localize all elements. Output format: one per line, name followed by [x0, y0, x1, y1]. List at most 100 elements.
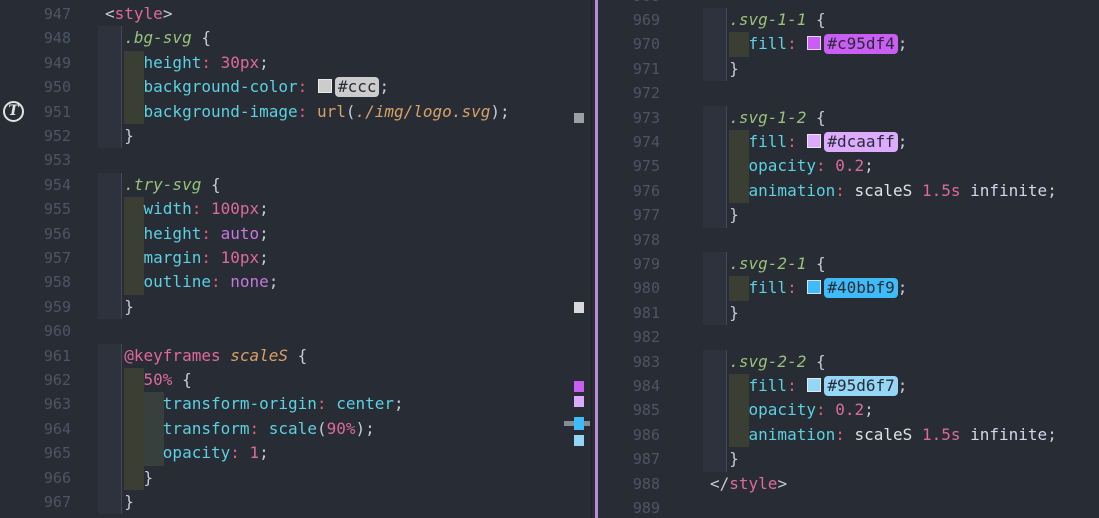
circled-t-gutter-icon[interactable]: T [3, 101, 24, 122]
code-line[interactable]: 948 .bg-svg { [0, 26, 591, 50]
line-number[interactable]: 957 [0, 246, 71, 270]
code-line[interactable]: 954 .try-svg { [0, 173, 591, 197]
code-line[interactable]: 952 } [0, 124, 591, 148]
line-number[interactable]: 978 [598, 228, 660, 252]
code-line[interactable]: 962 50% { [0, 368, 591, 392]
line-number[interactable]: 953 [0, 148, 71, 172]
code-line[interactable]: 958 outline: none; [0, 270, 591, 294]
code-line[interactable]: 969 .svg-1-1 { [598, 8, 1099, 32]
code-line[interactable]: 966 } [0, 466, 591, 490]
code-line[interactable]: 968 [598, 0, 1099, 8]
code-line[interactable]: 959 } [0, 295, 591, 319]
code-line[interactable]: 975 opacity: 0.2; [598, 154, 1099, 178]
code-line[interactable]: 956 height: auto; [0, 222, 591, 246]
line-number[interactable]: 949 [0, 51, 71, 75]
line-number[interactable]: 973 [598, 106, 660, 130]
line-number[interactable]: 979 [598, 252, 660, 276]
color-value-chip[interactable]: #c95df4 [824, 34, 897, 54]
color-swatch[interactable] [318, 79, 332, 93]
code-line[interactable]: 985 opacity: 0.2; [598, 398, 1099, 422]
color-value-chip[interactable]: #40bbf9 [824, 278, 897, 298]
line-number[interactable]: 970 [598, 32, 660, 56]
code-line[interactable]: 951 background-image: url(./img/logo.svg… [0, 100, 591, 124]
line-number[interactable]: 986 [598, 423, 660, 447]
code-line[interactable]: 989 [598, 496, 1099, 518]
code-line[interactable]: 961 @keyframes scaleS { [0, 344, 591, 368]
overview-ruler[interactable] [573, 0, 591, 518]
line-number[interactable]: 972 [598, 81, 660, 105]
code-line[interactable]: 973 .svg-1-2 { [598, 106, 1099, 130]
code-line[interactable]: 980 fill: #40bbf9; [598, 276, 1099, 300]
code-line[interactable]: 950 background-color: #ccc; [0, 75, 591, 99]
code-line[interactable]: 976 animation: scaleS 1.5s infinite; [598, 179, 1099, 203]
line-number[interactable]: 960 [0, 319, 71, 343]
token-kwi: infinite [970, 425, 1047, 444]
code-line[interactable]: 988</style> [598, 472, 1099, 496]
line-number[interactable]: 988 [598, 472, 660, 496]
code-line[interactable]: 972 [598, 81, 1099, 105]
editor-pane-left[interactable]: 947<style>948 .bg-svg {949 height: 30px;… [0, 0, 591, 518]
code-line[interactable]: 982 [598, 325, 1099, 349]
color-swatch[interactable] [807, 36, 821, 50]
editor-pane-right[interactable]: 968969 .svg-1-1 {970 fill: #c95df4;971 }… [598, 0, 1099, 518]
line-number[interactable]: 981 [598, 301, 660, 325]
code-line[interactable]: 964 transform: scale(90%); [0, 417, 591, 441]
line-number[interactable]: 961 [0, 344, 71, 368]
line-number[interactable]: 974 [598, 130, 660, 154]
code-line[interactable]: 984 fill: #95d6f7; [598, 374, 1099, 398]
line-number[interactable]: 959 [0, 295, 71, 319]
line-number[interactable]: 982 [598, 325, 660, 349]
color-swatch[interactable] [807, 134, 821, 148]
line-number[interactable]: 950 [0, 75, 71, 99]
line-number[interactable]: 967 [0, 490, 71, 514]
line-number[interactable]: 987 [598, 447, 660, 471]
line-number[interactable]: 948 [0, 26, 71, 50]
code-line[interactable]: 981 } [598, 301, 1099, 325]
line-number[interactable]: 964 [0, 417, 71, 441]
line-number[interactable]: 989 [598, 496, 660, 518]
line-number[interactable]: 980 [598, 276, 660, 300]
code-line[interactable]: 979 .svg-2-1 { [598, 252, 1099, 276]
line-number[interactable]: 985 [598, 398, 660, 422]
color-swatch[interactable] [807, 378, 821, 392]
line-number[interactable]: 962 [0, 368, 71, 392]
code-line[interactable]: 947<style> [0, 2, 591, 26]
code-line[interactable]: 960 [0, 319, 591, 343]
code-line[interactable]: 955 width: 100px; [0, 197, 591, 221]
color-value-chip[interactable]: #ccc [335, 77, 380, 97]
code-line[interactable]: 965 opacity: 1; [0, 441, 591, 465]
color-swatch[interactable] [807, 280, 821, 294]
code-line[interactable]: 963 transform-origin: center; [0, 392, 591, 416]
code-line[interactable]: 970 fill: #c95df4; [598, 32, 1099, 56]
code-line[interactable]: 967 } [0, 490, 591, 514]
code-line[interactable]: 977 } [598, 203, 1099, 227]
line-number[interactable]: 966 [0, 466, 71, 490]
line-number[interactable]: 952 [0, 124, 71, 148]
code-line[interactable]: 986 animation: scaleS 1.5s infinite; [598, 423, 1099, 447]
line-number[interactable]: 955 [0, 197, 71, 221]
line-number[interactable]: 976 [598, 179, 660, 203]
code-line[interactable]: 949 height: 30px; [0, 51, 591, 75]
line-number[interactable]: 971 [598, 57, 660, 81]
line-number[interactable]: 963 [0, 392, 71, 416]
line-number[interactable]: 956 [0, 222, 71, 246]
color-value-chip[interactable]: #95d6f7 [824, 376, 897, 396]
line-number[interactable]: 954 [0, 173, 71, 197]
code-line[interactable]: 987 } [598, 447, 1099, 471]
line-number[interactable]: 965 [0, 441, 71, 465]
line-number[interactable]: 984 [598, 374, 660, 398]
line-number[interactable]: 968 [598, 0, 660, 8]
code-line[interactable]: 983 .svg-2-2 { [598, 350, 1099, 374]
code-line[interactable]: 978 [598, 228, 1099, 252]
line-number[interactable]: 983 [598, 350, 660, 374]
line-number[interactable]: 969 [598, 8, 660, 32]
line-number[interactable]: 977 [598, 203, 660, 227]
line-number[interactable]: 958 [0, 270, 71, 294]
line-number[interactable]: 947 [0, 2, 71, 26]
code-line[interactable]: 957 margin: 10px; [0, 246, 591, 270]
code-line[interactable]: 974 fill: #dcaaff; [598, 130, 1099, 154]
line-number[interactable]: 975 [598, 154, 660, 178]
code-line[interactable]: 953 [0, 148, 591, 172]
code-line[interactable]: 971 } [598, 57, 1099, 81]
color-value-chip[interactable]: #dcaaff [824, 132, 897, 152]
